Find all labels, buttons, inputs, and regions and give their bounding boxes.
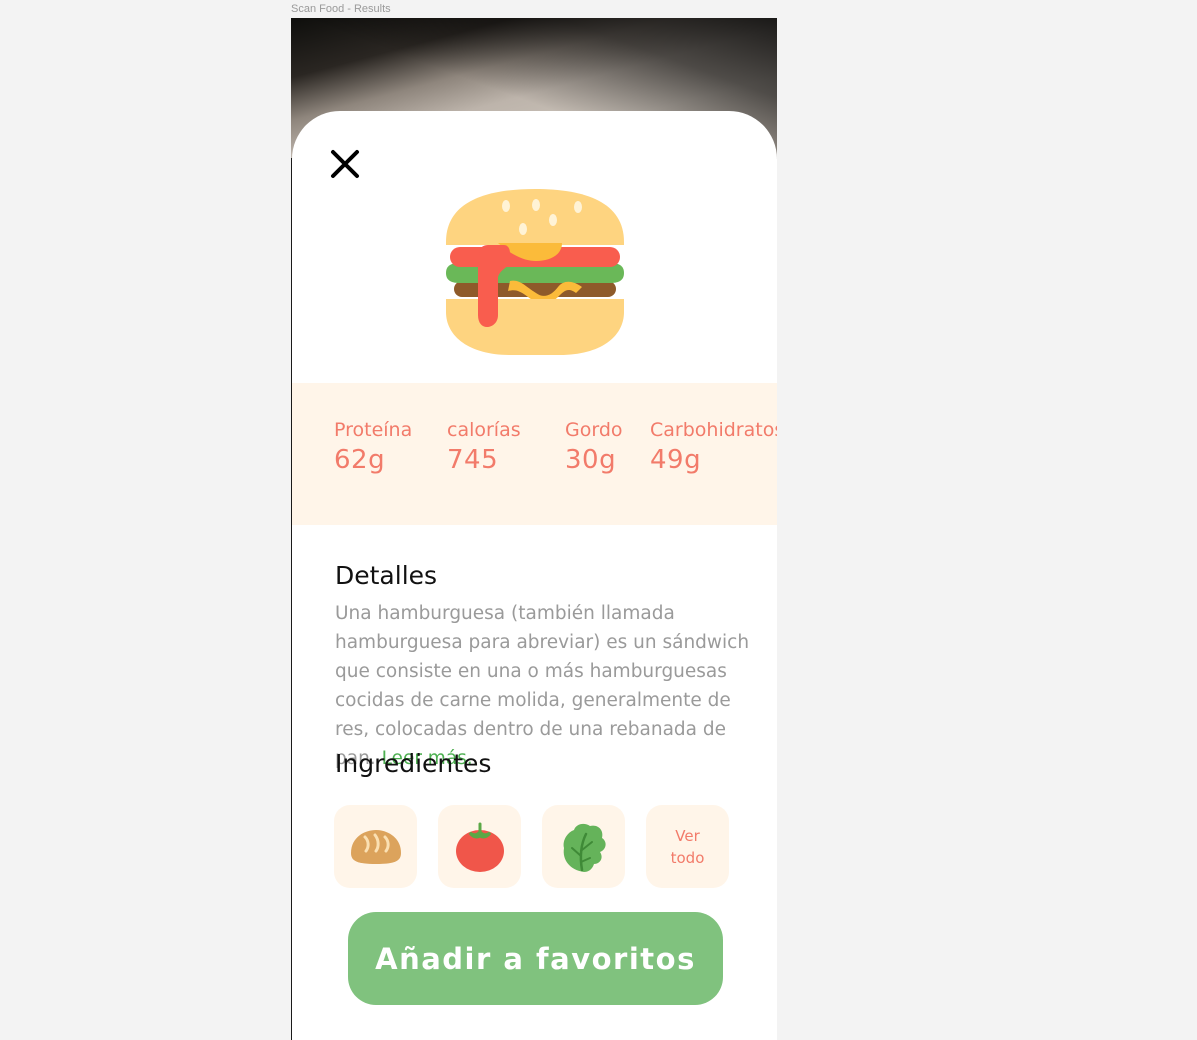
bread-icon bbox=[350, 829, 401, 864]
nutrition-value: 30g bbox=[565, 445, 617, 475]
nutrition-panel: Proteína 62g calorías 745 Gordo 30g Carb… bbox=[292, 383, 777, 525]
phone-screen: Proteína 62g calorías 745 Gordo 30g Carb… bbox=[291, 18, 777, 1040]
details-title: Detalles bbox=[335, 561, 438, 590]
see-all-line2: todo bbox=[670, 848, 705, 867]
lettuce-icon bbox=[563, 823, 606, 872]
details-text: Una hamburguesa (también llamada hamburg… bbox=[335, 599, 755, 773]
ingredient-lettuce[interactable] bbox=[542, 805, 625, 888]
see-all-ingredients-button[interactable]: Ver todo bbox=[646, 805, 729, 888]
see-all-label: Ver todo bbox=[658, 825, 718, 869]
nutrition-label: calorías bbox=[447, 419, 521, 441]
nutrition-label: Carbohidratos bbox=[650, 419, 777, 441]
nutrition-protein: Proteína 62g bbox=[334, 419, 412, 475]
nutrition-value: 62g bbox=[334, 445, 386, 475]
tomato-icon bbox=[455, 822, 504, 872]
nutrition-label: Proteína bbox=[334, 419, 413, 441]
results-sheet: Proteína 62g calorías 745 Gordo 30g Carb… bbox=[292, 111, 777, 1040]
nutrition-value: 745 bbox=[447, 445, 499, 475]
ingredient-tomato[interactable] bbox=[438, 805, 521, 888]
nutrition-fat: Gordo 30g bbox=[565, 419, 623, 475]
nutrition-calories: calorías 745 bbox=[447, 419, 521, 475]
add-to-favorites-button[interactable]: Añadir a favoritos bbox=[348, 912, 723, 1005]
details-body: Una hamburguesa (también llamada hamburg… bbox=[335, 603, 750, 769]
close-icon[interactable] bbox=[328, 147, 362, 181]
frame-label: Scan Food - Results bbox=[291, 3, 391, 15]
hamburger-illustration bbox=[446, 189, 624, 355]
nutrition-value: 49g bbox=[650, 445, 702, 475]
ingredient-bread[interactable] bbox=[334, 805, 417, 888]
nutrition-carbs: Carbohidratos 49g bbox=[650, 419, 777, 475]
see-all-line1: Ver bbox=[675, 826, 700, 845]
ingredients-title: Ingredientes bbox=[335, 749, 492, 778]
nutrition-label: Gordo bbox=[565, 419, 623, 441]
